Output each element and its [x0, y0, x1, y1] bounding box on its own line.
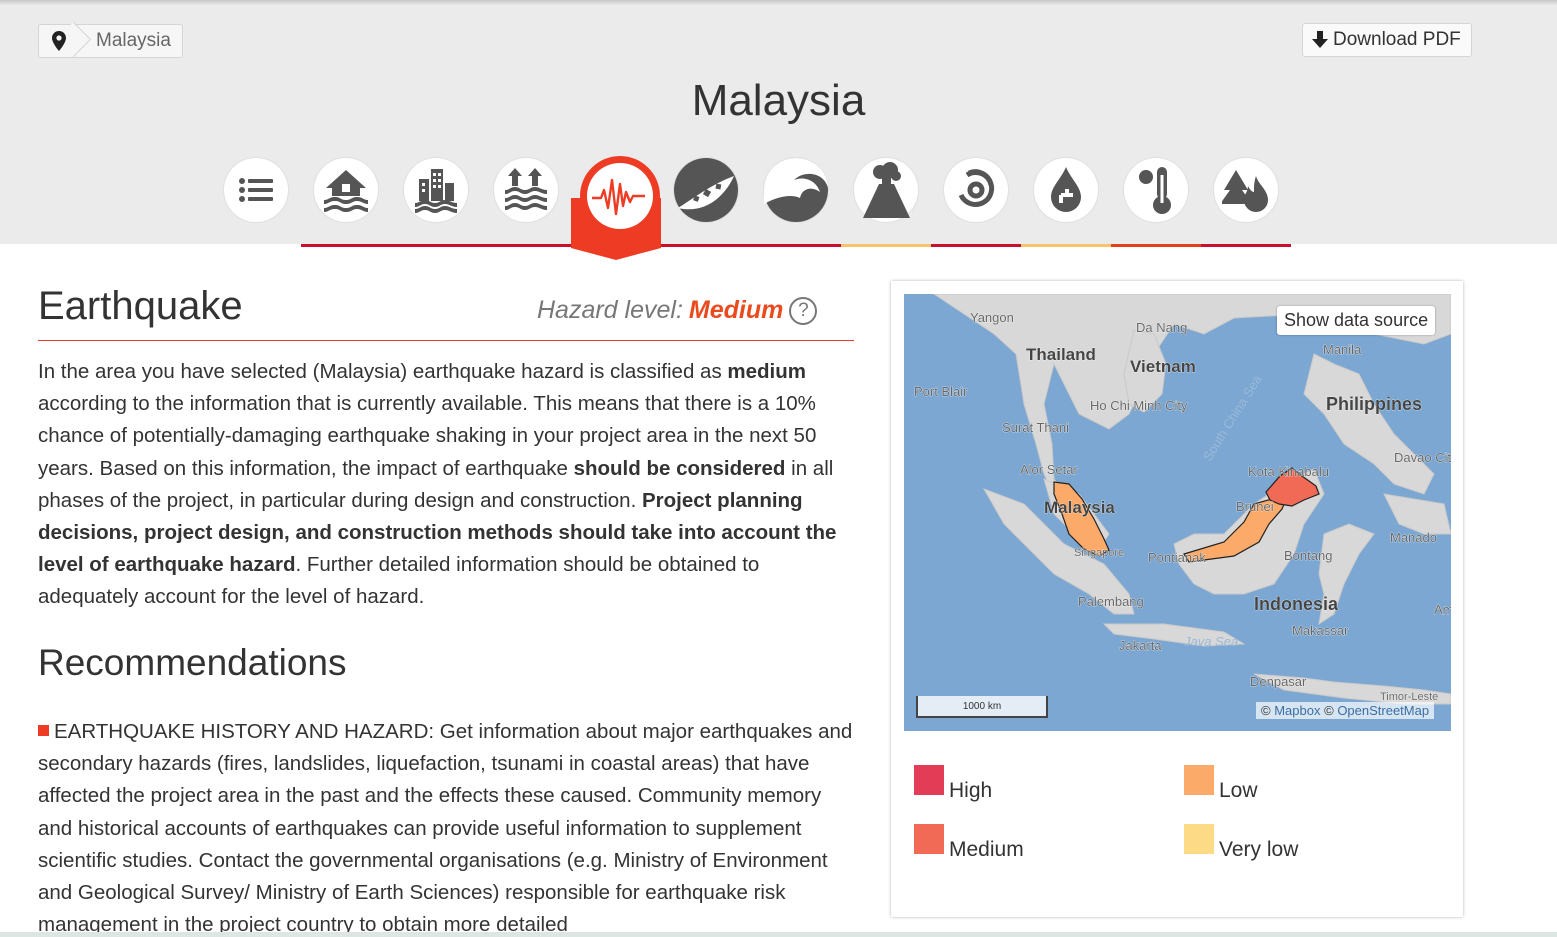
place-port-blair: Port Blair [914, 384, 968, 399]
map-scale-bar: 1000 km [916, 696, 1048, 718]
place-surat-thani: Surat Thani [1002, 420, 1069, 435]
tab-water-scarcity[interactable] [1034, 158, 1098, 222]
map-canvas: Yangon Da Nang Thailand Vietnam Manila P… [914, 294, 1451, 705]
place-yangon: Yangon [970, 310, 1014, 325]
legend-swatch-medium [914, 824, 944, 854]
bar-landslide [661, 244, 751, 247]
place-ambon: Amb [1434, 602, 1451, 617]
bar-water-scarcity [1021, 244, 1111, 247]
section-title: Earthquake [38, 284, 243, 328]
place-alor-setar: Alor Setar [1020, 462, 1078, 477]
breadcrumb-country[interactable]: Malaysia [79, 30, 182, 52]
bottom-strip [0, 932, 1557, 937]
legend-swatch-high [914, 765, 944, 795]
bullet-square [38, 725, 49, 736]
extreme-heat-icon [1139, 167, 1171, 214]
hazard-level: Hazard level: Medium ? [537, 296, 818, 325]
place-south-china-sea: South China Sea [1200, 372, 1265, 464]
place-java-sea: Java Sea [1183, 634, 1238, 649]
tsunami-icon [764, 158, 828, 222]
tab-earthquake[interactable] [580, 156, 660, 236]
bar-wildfire [1201, 244, 1291, 247]
volcano-icon [863, 162, 910, 218]
recommendations-title: Recommendations [38, 642, 347, 683]
legend-very-low: Very low [1184, 824, 1298, 861]
hazard-map[interactable]: Yangon Da Nang Thailand Vietnam Manila P… [904, 294, 1451, 731]
recommendation-item: EARTHQUAKE HISTORY AND HAZARD: Get infor… [38, 720, 853, 932]
cyclone-icon [958, 169, 995, 207]
place-kota-kinabalu: Kota Kinabalu [1248, 464, 1329, 479]
mapbox-link[interactable]: Mapbox [1274, 703, 1320, 718]
bar-extreme-heat [1111, 244, 1201, 247]
place-manila: Manila [1323, 342, 1362, 357]
place-bontang: Bontang [1284, 548, 1332, 563]
legend-low: Low [1184, 765, 1258, 802]
place-brunei: Brunei [1236, 499, 1274, 514]
landslide-icon [674, 158, 738, 222]
hazard-level-value: Medium [688, 296, 784, 324]
hazard-description: In the area you have selected (Malaysia)… [38, 360, 837, 609]
map-attribution: © Mapbox © OpenStreetMap [1256, 702, 1435, 719]
place-indonesia: Indonesia [1254, 594, 1339, 614]
openstreetmap-link[interactable]: OpenStreetMap [1337, 703, 1429, 718]
place-malaysia: Malaysia [1044, 498, 1115, 517]
download-pdf-button[interactable]: Download PDF [1302, 23, 1472, 57]
river-flood-icon [324, 170, 368, 212]
legend-medium: Medium [914, 824, 1024, 861]
tab-cyclone[interactable] [944, 158, 1008, 222]
place-denpasar: Denpasar [1250, 674, 1307, 689]
place-palembang: Palembang [1078, 594, 1144, 609]
bar-volcano [841, 244, 931, 247]
bar-urban-flood [391, 244, 481, 247]
title-divider [38, 340, 854, 341]
map-card: Yangon Da Nang Thailand Vietnam Manila P… [891, 281, 1463, 917]
urban-flood-icon [415, 169, 457, 213]
wildfire-icon [1222, 170, 1268, 212]
tab-landslide[interactable] [674, 158, 738, 222]
place-davao: Davao City [1394, 450, 1451, 465]
breadcrumb[interactable]: Malaysia [38, 24, 183, 58]
place-singapore: Singapore [1074, 547, 1124, 559]
place-da-nang: Da Nang [1136, 320, 1187, 335]
place-makassar: Makassar [1292, 623, 1349, 638]
help-icon[interactable]: ? [789, 296, 818, 325]
bar-tsunami [751, 244, 841, 247]
tab-urban-flood[interactable] [404, 158, 468, 222]
water-scarcity-icon [1051, 167, 1081, 212]
bar-coastal-flood [481, 244, 571, 247]
place-philippines: Philippines [1326, 394, 1422, 414]
tab-river-flood[interactable] [314, 158, 378, 222]
hazard-tab-bar [224, 156, 1294, 248]
legend-swatch-very-low [1184, 824, 1214, 854]
tab-volcano[interactable] [854, 158, 918, 222]
place-hcmc: Ho Chi Minh City [1090, 398, 1188, 413]
show-data-source-button[interactable]: Show data source [1277, 306, 1436, 335]
place-manado: Manado [1390, 530, 1437, 545]
place-jakarta: Jakarta [1119, 638, 1162, 653]
legend-swatch-low [1184, 765, 1214, 795]
bar-cyclone [931, 244, 1021, 247]
download-arrow-icon [1312, 31, 1328, 48]
bar-river-flood [301, 244, 391, 247]
tab-extreme-heat[interactable] [1124, 158, 1188, 222]
legend-high: High [914, 765, 992, 802]
place-thailand: Thailand [1026, 345, 1096, 364]
place-pontianak: Pontianak [1148, 550, 1206, 565]
hazard-level-label: Hazard level: [537, 296, 683, 324]
map-pin-icon[interactable] [39, 25, 79, 57]
list-icon [239, 178, 273, 202]
tab-overview[interactable] [224, 158, 288, 222]
coastal-flood-icon [505, 168, 547, 210]
map-legend: High Low Medium Very low [914, 765, 1454, 895]
tab-wildfire[interactable] [1214, 158, 1278, 222]
page-title: Malaysia [691, 76, 866, 125]
tab-tsunami[interactable] [764, 158, 828, 222]
place-vietnam: Vietnam [1130, 357, 1196, 376]
tab-coastal-flood[interactable] [494, 158, 558, 222]
download-pdf-label: Download PDF [1333, 29, 1461, 50]
earthquake-icon [592, 178, 645, 216]
